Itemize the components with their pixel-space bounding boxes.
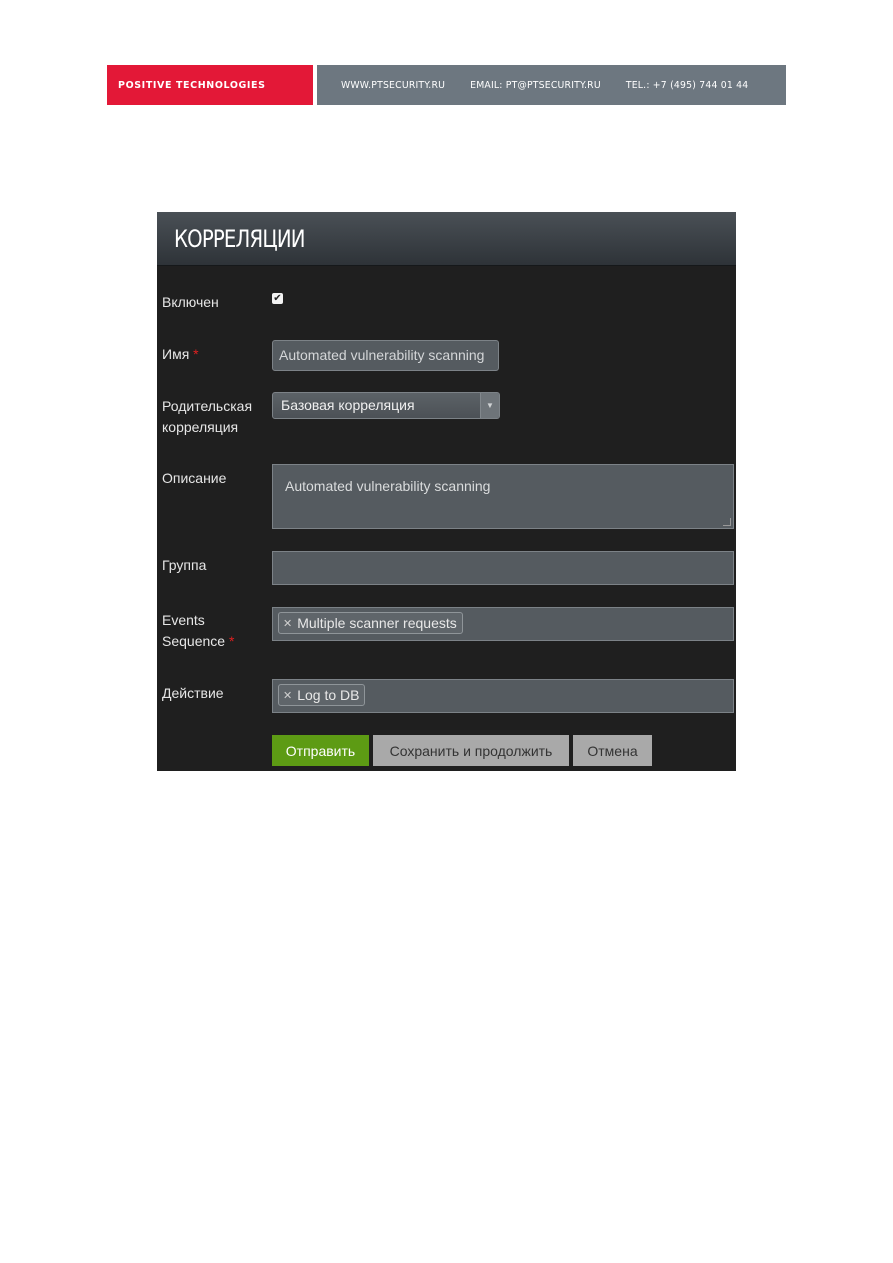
- remove-tag-icon[interactable]: ✕: [283, 617, 292, 630]
- name-input[interactable]: Automated vulnerability scanning: [272, 340, 499, 371]
- parent-correlation-select[interactable]: Базовая корреляция ▼: [272, 392, 500, 419]
- name-label: Имя *: [162, 346, 199, 362]
- submit-button[interactable]: Отправить: [272, 735, 369, 766]
- brand-name: POSITIVE TECHNOLOGIES: [118, 79, 266, 91]
- description-label: Описание: [162, 470, 227, 486]
- email-link[interactable]: EMAIL: PT@PTSECURITY.RU: [470, 80, 601, 91]
- remove-tag-icon[interactable]: ✕: [283, 689, 292, 702]
- action-tag: ✕ Log to DB: [278, 684, 366, 706]
- page-title: КОРРЕЛЯЦИИ: [174, 224, 305, 253]
- parent-label-line1: Родительская: [162, 398, 253, 414]
- enabled-checkbox[interactable]: ✔: [272, 293, 283, 304]
- cancel-button[interactable]: Отмена: [573, 735, 652, 766]
- event-tag: ✕ Multiple scanner requests: [278, 612, 463, 634]
- parent-label-line2: корреляция: [162, 419, 239, 435]
- group-input[interactable]: [272, 551, 734, 585]
- required-mark: *: [193, 346, 199, 362]
- contact-bar: WWW.PTSECURITY.RU EMAIL: PT@PTSECURITY.R…: [317, 65, 786, 105]
- required-mark: *: [228, 633, 235, 649]
- action-label: Действие: [162, 685, 224, 701]
- enabled-label: Включен: [162, 294, 219, 310]
- action-tag-label: Log to DB: [297, 687, 360, 703]
- brand-logo: POSITIVE TECHNOLOGIES: [107, 65, 313, 105]
- description-value: Automated vulnerability scanning: [285, 478, 491, 494]
- phone-number: TEL.: +7 (495) 744 01 44: [625, 79, 749, 91]
- events-sequence-input[interactable]: ✕ Multiple scanner requests: [272, 607, 734, 641]
- chevron-down-icon[interactable]: ▼: [480, 393, 499, 418]
- group-label: Группа: [162, 557, 207, 573]
- event-tag-label: Multiple scanner requests: [297, 615, 457, 631]
- panel-header: КОРРЕЛЯЦИИ: [157, 212, 736, 266]
- header-banner: POSITIVE TECHNOLOGIES WWW.PTSECURITY.RU …: [107, 65, 786, 105]
- correlation-form-screenshot: КОРРЕЛЯЦИИ Включен ✔ Имя * Automated vul…: [157, 212, 736, 771]
- resize-handle-icon[interactable]: [723, 518, 731, 526]
- save-and-continue-button[interactable]: Сохранить и продолжить: [373, 735, 569, 766]
- events-sequence-label-line2: Sequence *: [162, 633, 235, 649]
- check-icon: ✔: [273, 293, 282, 304]
- parent-select-value: Базовая корреляция: [281, 397, 415, 413]
- action-input[interactable]: ✕ Log to DB: [272, 679, 734, 713]
- website-link[interactable]: WWW.PTSECURITY.RU: [341, 80, 445, 91]
- description-textarea[interactable]: Automated vulnerability scanning: [272, 464, 734, 529]
- events-sequence-label-line1: Events: [162, 612, 205, 628]
